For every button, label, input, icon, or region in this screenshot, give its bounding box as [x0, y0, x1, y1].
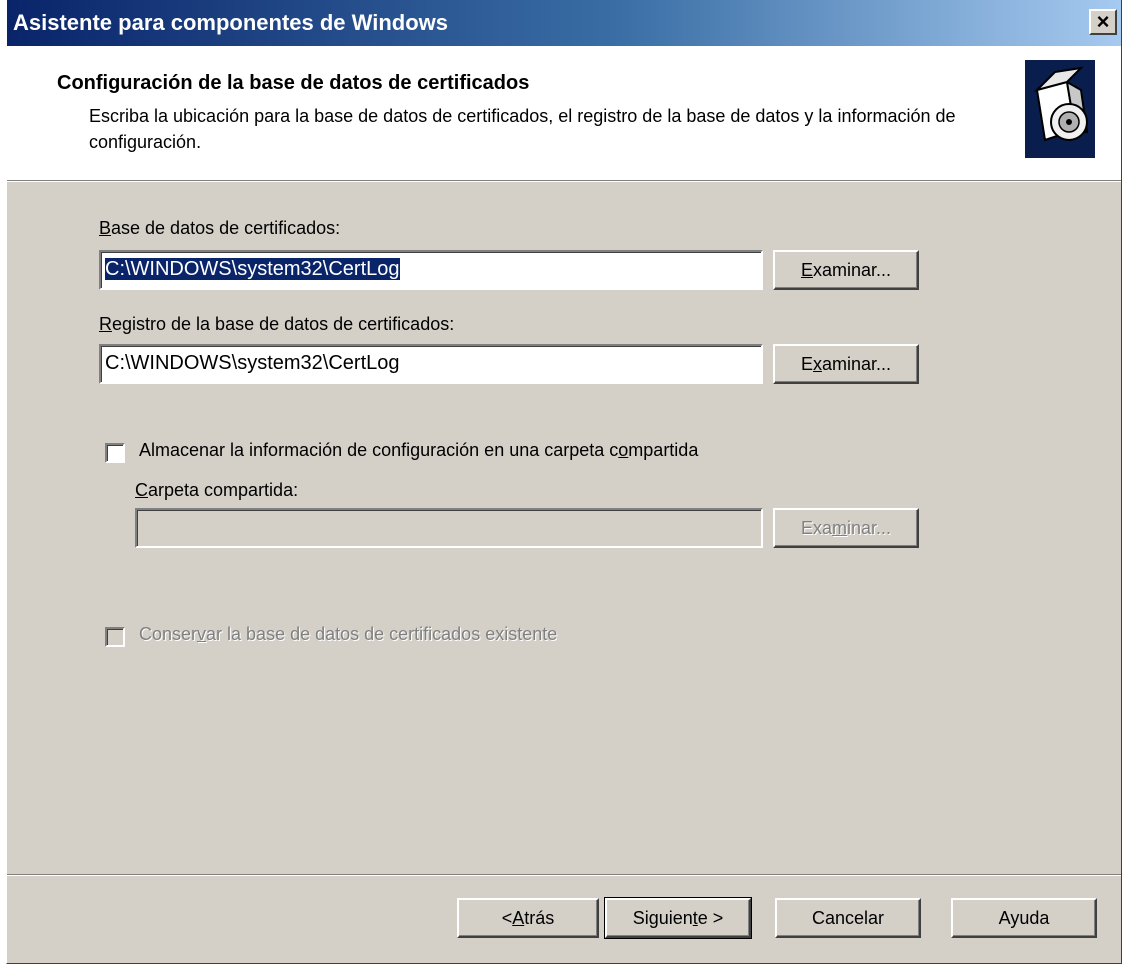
- wizard-header: Configuración de la base de datos de cer…: [7, 46, 1121, 181]
- next-text: e >: [697, 907, 724, 928]
- shared-checkbox-text: mpartida: [628, 440, 699, 460]
- db-path-value: C:\WINDOWS\system32\CertLog: [105, 258, 400, 280]
- shared-folder-input: [135, 508, 763, 548]
- shared-browse-accesskey: m: [832, 517, 847, 538]
- shared-folder-accesskey: C: [135, 480, 148, 500]
- log-label: Registro de la base de datos de certific…: [99, 314, 454, 335]
- preserve-text: ar la base de datos de certificados exis…: [206, 624, 558, 644]
- preserve-text-pre: Conser: [139, 624, 198, 644]
- close-button[interactable]: ×: [1089, 9, 1117, 35]
- shared-browse-text: inar...: [847, 517, 892, 538]
- log-browse-accesskey: x: [812, 353, 822, 374]
- shared-folder-label: Carpeta compartida:: [135, 480, 298, 501]
- help-button[interactable]: Ayuda: [951, 898, 1097, 938]
- window-title: Asistente para componentes de Windows: [13, 10, 448, 35]
- shared-browse-button: Exa m inar...: [773, 508, 919, 548]
- next-button[interactable]: Siguien t e >: [604, 897, 752, 939]
- shared-folder-checkbox[interactable]: [105, 443, 125, 463]
- preserve-db-label: Conservar la base de datos de certificad…: [139, 624, 557, 645]
- log-browse-text: aminar...: [821, 353, 892, 374]
- shared-folder-checkbox-label[interactable]: Almacenar la información de configuració…: [139, 440, 698, 461]
- close-icon: ×: [1096, 9, 1110, 34]
- db-browse-accesskey: E: [800, 259, 813, 280]
- back-button[interactable]: < Atrás: [457, 898, 599, 938]
- preserve-db-checkbox: [105, 627, 125, 647]
- next-text-pre: Siguien: [632, 907, 693, 928]
- shared-browse-text-pre: Exa: [800, 517, 832, 538]
- log-path-value: C:\WINDOWS\system32\CertLog: [105, 352, 400, 374]
- footer-divider: [7, 874, 1121, 876]
- db-browse-text: xaminar...: [812, 259, 892, 280]
- back-text-pre: <: [501, 907, 513, 928]
- shared-checkbox-accesskey: o: [618, 440, 629, 460]
- db-path-input[interactable]: C:\WINDOWS\system32\CertLog: [99, 250, 763, 290]
- cancel-button[interactable]: Cancelar: [775, 898, 921, 938]
- db-label-accesskey: B: [99, 218, 112, 238]
- db-label-text: ase de datos de certificados:: [111, 218, 341, 238]
- db-label: Base de datos de certificados:: [99, 218, 340, 239]
- log-browse-text-pre: E: [800, 353, 813, 374]
- page-subtitle: Escriba la ubicación para la base de dat…: [89, 106, 956, 152]
- wizard-window: Asistente para componentes de Windows × …: [6, 0, 1122, 964]
- title-bar[interactable]: Asistente para componentes de Windows ×: [7, 0, 1121, 46]
- log-label-accesskey: R: [99, 314, 112, 334]
- db-browse-button[interactable]: Examinar...: [773, 250, 919, 290]
- shared-folder-label-text: arpeta compartida:: [148, 480, 299, 500]
- setup-cd-box-icon: [1025, 60, 1095, 158]
- preserve-accesskey: v: [197, 624, 207, 644]
- shared-checkbox-text-pre: Almacenar la información de configuració…: [139, 440, 619, 460]
- log-label-text: egistro de la base de datos de certifica…: [112, 314, 455, 334]
- back-text: trás: [524, 907, 555, 928]
- log-browse-button[interactable]: Ex aminar...: [773, 344, 919, 384]
- log-path-input[interactable]: C:\WINDOWS\system32\CertLog: [99, 344, 763, 384]
- back-accesskey: A: [512, 907, 525, 928]
- page-title: Configuración de la base de datos de cer…: [57, 72, 530, 94]
